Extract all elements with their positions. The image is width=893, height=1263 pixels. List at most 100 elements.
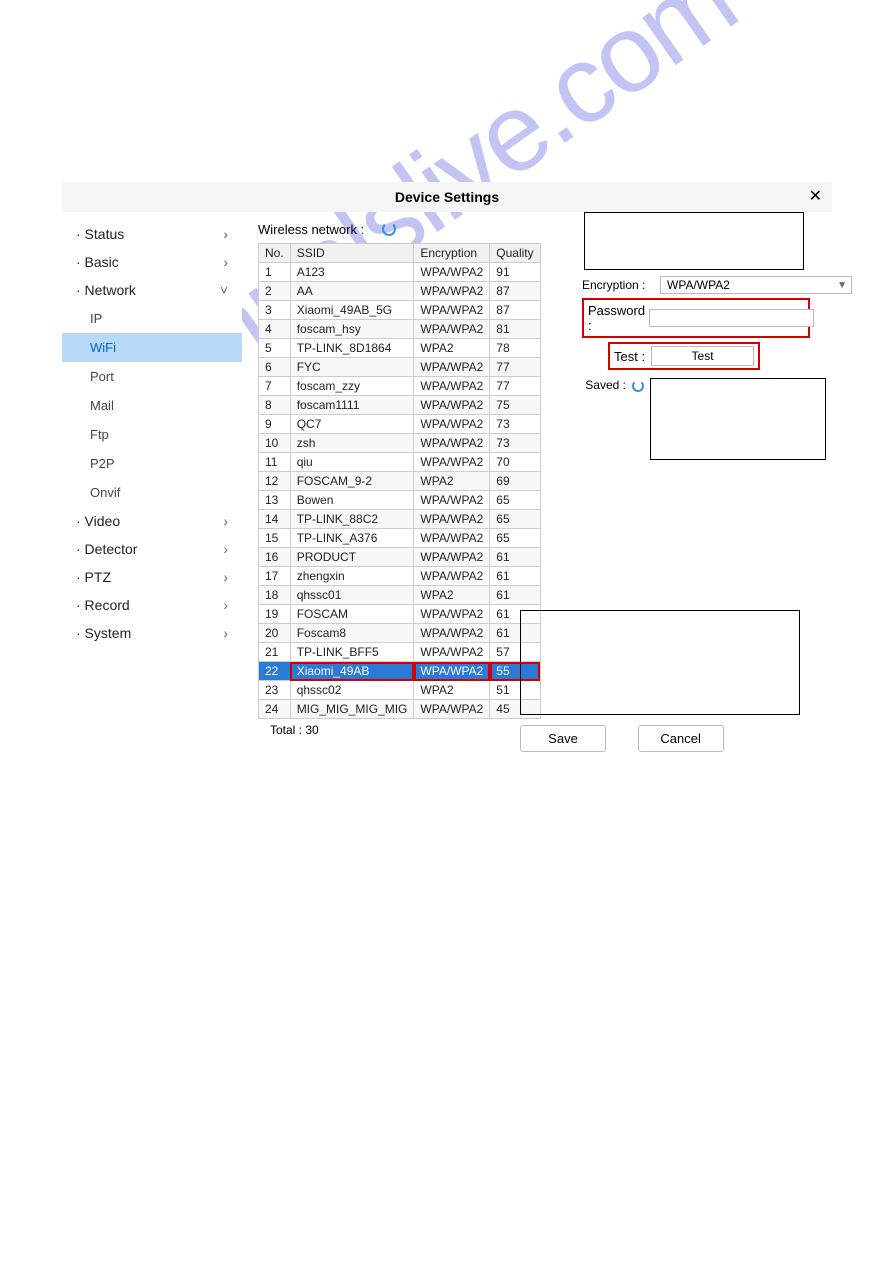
qual-cell: 65: [490, 510, 540, 529]
table-row[interactable]: 15TP-LINK_A376WPA/WPA265: [259, 529, 541, 548]
no-cell: 1: [259, 263, 291, 282]
sidebar-item-p2p[interactable]: P2P: [62, 449, 242, 478]
main-panel: Wireless network : No. SSID Encryption Q…: [242, 212, 832, 737]
no-cell: 22: [259, 662, 291, 681]
enc-cell: WPA/WPA2: [414, 605, 490, 624]
table-row[interactable]: 1A123WPA/WPA291: [259, 263, 541, 282]
chevron-right-icon: ›: [223, 226, 228, 242]
no-cell: 3: [259, 301, 291, 320]
table-row[interactable]: 6FYCWPA/WPA277: [259, 358, 541, 377]
table-row[interactable]: 20Foscam8WPA/WPA261: [259, 624, 541, 643]
ssid-cell: Xiaomi_49AB_5G: [290, 301, 414, 320]
qual-cell: 87: [490, 282, 540, 301]
enc-cell: WPA/WPA2: [414, 548, 490, 567]
test-button[interactable]: Test: [651, 346, 754, 366]
qual-cell: 73: [490, 434, 540, 453]
ssid-cell: MIG_MIG_MIG_MIG: [290, 700, 414, 719]
ssid-cell: TP-LINK_BFF5: [290, 643, 414, 662]
ssid-cell: qhssc02: [290, 681, 414, 700]
enc-cell: WPA2: [414, 472, 490, 491]
ssid-cell: FOSCAM: [290, 605, 414, 624]
table-row[interactable]: 12FOSCAM_9-2WPA269: [259, 472, 541, 491]
ssid-cell: TP-LINK_A376: [290, 529, 414, 548]
ssid-cell: Xiaomi_49AB: [290, 662, 414, 681]
chevron-right-icon: ›: [223, 597, 228, 613]
qual-cell: 87: [490, 301, 540, 320]
table-row[interactable]: 10zshWPA/WPA273: [259, 434, 541, 453]
close-icon[interactable]: ✕: [809, 182, 822, 212]
sidebar-item-wifi[interactable]: WiFi: [62, 333, 242, 362]
no-cell: 15: [259, 529, 291, 548]
wifi-networks-table: No. SSID Encryption Quality 1A123WPA/WPA…: [258, 243, 541, 719]
nav-item-network[interactable]: · Network˅: [62, 276, 242, 304]
ssid-cell: TP-LINK_88C2: [290, 510, 414, 529]
ssid-cell: PRODUCT: [290, 548, 414, 567]
sidebar-item-onvif[interactable]: Onvif: [62, 478, 242, 507]
enc-cell: WPA/WPA2: [414, 491, 490, 510]
sidebar-item-ftp[interactable]: Ftp: [62, 420, 242, 449]
no-cell: 4: [259, 320, 291, 339]
table-row[interactable]: 4foscam_hsyWPA/WPA281: [259, 320, 541, 339]
nav-item-record[interactable]: · Record›: [62, 591, 242, 619]
table-row[interactable]: 7foscam_zzyWPA/WPA277: [259, 377, 541, 396]
save-button[interactable]: Save: [520, 725, 606, 752]
enc-cell: WPA/WPA2: [414, 529, 490, 548]
nav-item-system[interactable]: · System›: [62, 619, 242, 647]
table-row[interactable]: 13BowenWPA/WPA265: [259, 491, 541, 510]
nav-item-video[interactable]: · Video›: [62, 507, 242, 535]
nav-item-ptz[interactable]: · PTZ›: [62, 563, 242, 591]
table-row[interactable]: 23qhssc02WPA251: [259, 681, 541, 700]
qual-cell: 61: [490, 586, 540, 605]
password-input[interactable]: [649, 309, 814, 327]
qual-cell: 75: [490, 396, 540, 415]
col-quality: Quality: [490, 244, 540, 263]
no-cell: 16: [259, 548, 291, 567]
table-row[interactable]: 11qiuWPA/WPA270: [259, 453, 541, 472]
table-row[interactable]: 21TP-LINK_BFF5WPA/WPA257: [259, 643, 541, 662]
enc-cell: WPA/WPA2: [414, 434, 490, 453]
no-cell: 9: [259, 415, 291, 434]
table-row[interactable]: 16PRODUCTWPA/WPA261: [259, 548, 541, 567]
no-cell: 8: [259, 396, 291, 415]
nav-item-status[interactable]: · Status›: [62, 220, 242, 248]
ssid-cell: TP-LINK_8D1864: [290, 339, 414, 358]
table-row[interactable]: 19FOSCAMWPA/WPA261: [259, 605, 541, 624]
sidebar-item-ip[interactable]: IP: [62, 304, 242, 333]
table-row[interactable]: 3Xiaomi_49AB_5GWPA/WPA287: [259, 301, 541, 320]
encryption-value: WPA/WPA2: [667, 278, 730, 292]
col-no: No.: [259, 244, 291, 263]
no-cell: 24: [259, 700, 291, 719]
refresh-icon[interactable]: [382, 222, 396, 236]
nav-item-basic[interactable]: · Basic›: [62, 248, 242, 276]
enc-cell: WPA/WPA2: [414, 301, 490, 320]
enc-cell: WPA2: [414, 586, 490, 605]
chevron-down-icon: ▼: [837, 280, 847, 291]
table-row[interactable]: 2AAWPA/WPA287: [259, 282, 541, 301]
annotation-box-1: [584, 212, 804, 270]
saved-label: Saved :: [582, 378, 626, 392]
encryption-select[interactable]: WPA/WPA2 ▼: [660, 276, 852, 294]
qual-cell: 61: [490, 548, 540, 567]
ssid-cell: Bowen: [290, 491, 414, 510]
nav-item-detector[interactable]: · Detector›: [62, 535, 242, 563]
no-cell: 19: [259, 605, 291, 624]
enc-cell: WPA/WPA2: [414, 320, 490, 339]
cancel-button[interactable]: Cancel: [638, 725, 724, 752]
table-row[interactable]: 18qhssc01WPA261: [259, 586, 541, 605]
table-row[interactable]: 8foscam1111WPA/WPA275: [259, 396, 541, 415]
qual-cell: 61: [490, 567, 540, 586]
table-row[interactable]: 22Xiaomi_49ABWPA/WPA255: [259, 662, 541, 681]
sidebar-item-port[interactable]: Port: [62, 362, 242, 391]
table-row[interactable]: 9QC7WPA/WPA273: [259, 415, 541, 434]
ssid-cell: Foscam8: [290, 624, 414, 643]
table-row[interactable]: 5TP-LINK_8D1864WPA278: [259, 339, 541, 358]
no-cell: 2: [259, 282, 291, 301]
table-row[interactable]: 14TP-LINK_88C2WPA/WPA265: [259, 510, 541, 529]
sidebar-item-mail[interactable]: Mail: [62, 391, 242, 420]
no-cell: 12: [259, 472, 291, 491]
table-row[interactable]: 17zhengxinWPA/WPA261: [259, 567, 541, 586]
device-settings-window: Device Settings ✕ · Status›· Basic›· Net…: [62, 182, 832, 737]
table-row[interactable]: 24MIG_MIG_MIG_MIGWPA/WPA245: [259, 700, 541, 719]
no-cell: 5: [259, 339, 291, 358]
col-encryption: Encryption: [414, 244, 490, 263]
